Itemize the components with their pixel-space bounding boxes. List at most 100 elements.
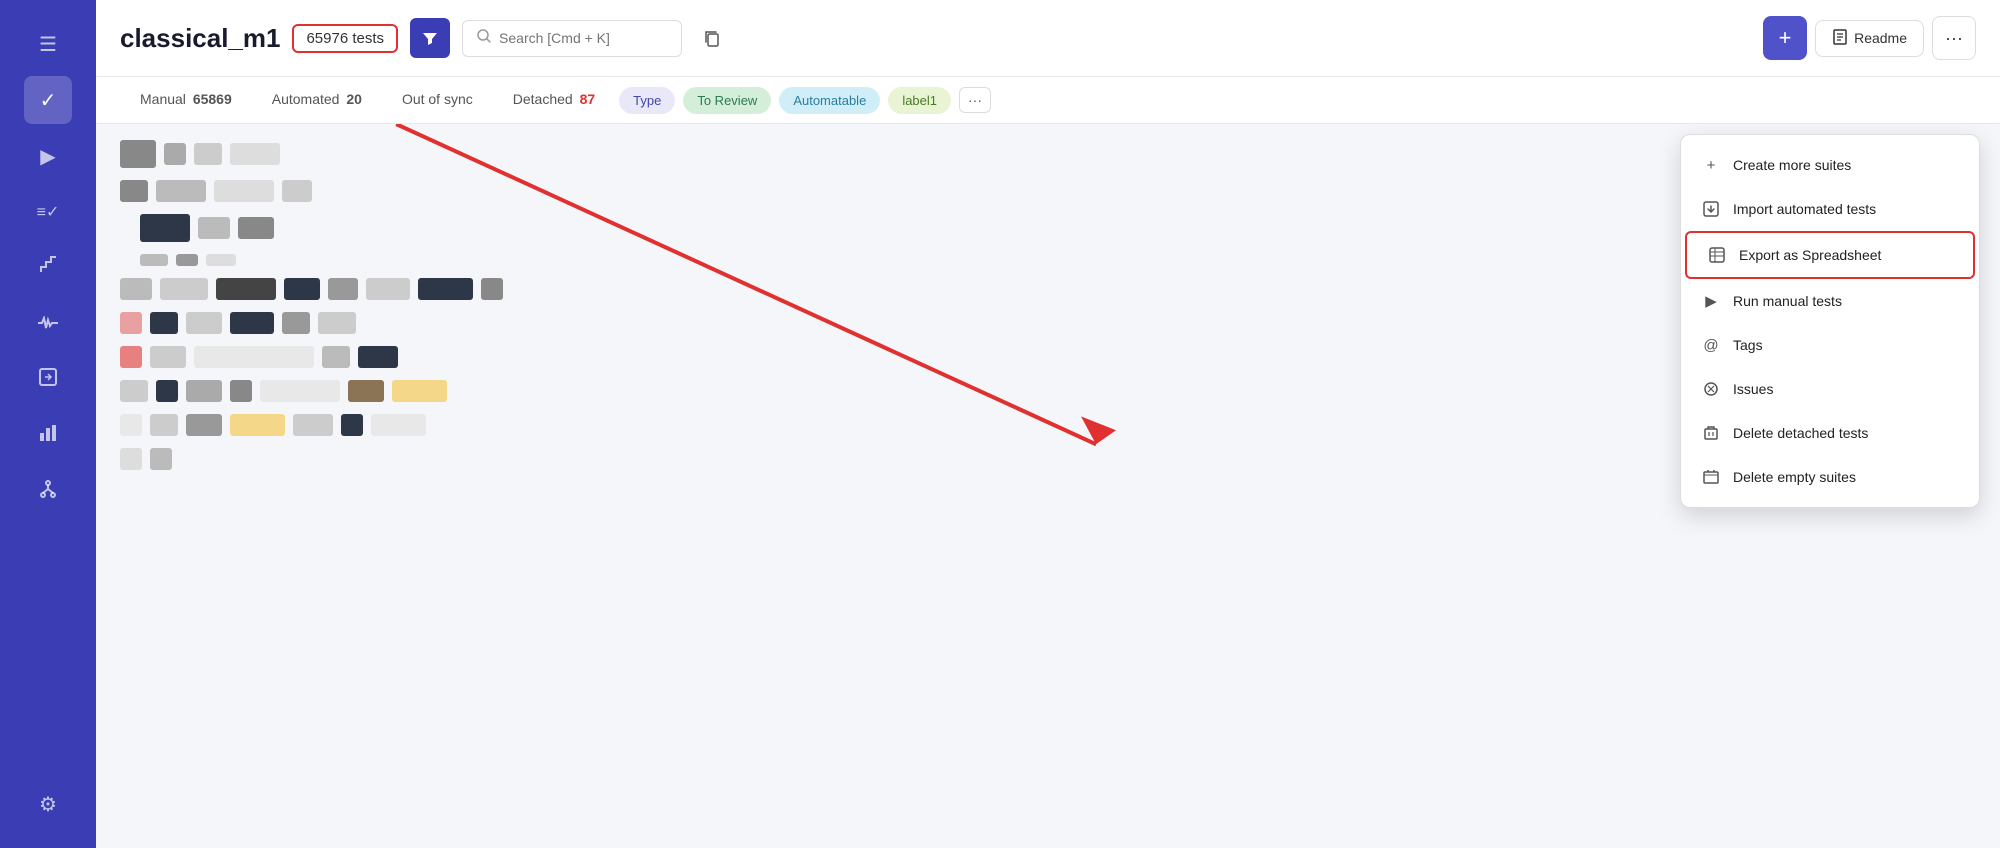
stairs-icon <box>37 254 59 282</box>
delete-empty-icon <box>1701 467 1721 487</box>
content-area: + Create more suites Import automated te… <box>96 124 2000 848</box>
block <box>293 414 333 436</box>
tab-pill-review[interactable]: To Review <box>683 87 771 114</box>
block <box>156 380 178 402</box>
tab-detached[interactable]: Detached 87 <box>493 77 615 123</box>
block <box>150 448 172 470</box>
dropdown-item-issues[interactable]: Issues <box>1681 367 1979 411</box>
block <box>140 214 190 242</box>
tab-out-of-sync-label: Out of sync <box>402 91 473 107</box>
block <box>120 312 142 334</box>
block <box>194 143 222 165</box>
sidebar: ☰ ✓ ▶ ≡✓ <box>0 0 96 848</box>
sidebar-icon-hamburger[interactable]: ☰ <box>24 20 72 68</box>
block <box>418 278 473 300</box>
block <box>282 180 312 202</box>
search-input[interactable] <box>499 30 667 46</box>
search-box <box>462 20 682 57</box>
import-icon <box>1701 199 1721 219</box>
sidebar-icon-export[interactable] <box>24 356 72 404</box>
block <box>120 414 142 436</box>
block <box>214 180 274 202</box>
block <box>120 380 148 402</box>
tab-manual-count: 65869 <box>193 91 232 107</box>
block <box>150 414 178 436</box>
block <box>366 278 410 300</box>
dropdown-item-import[interactable]: Import automated tests <box>1681 187 1979 231</box>
more-button[interactable]: ··· <box>1932 16 1976 60</box>
block <box>150 346 186 368</box>
activity-icon <box>37 313 59 336</box>
dropdown-item-tags-label: Tags <box>1733 337 1763 353</box>
block <box>481 278 503 300</box>
sidebar-icon-stairs[interactable] <box>24 244 72 292</box>
spreadsheet-icon <box>1707 245 1727 265</box>
block <box>164 143 186 165</box>
tags-icon: @ <box>1701 335 1721 355</box>
delete-detached-icon <box>1701 423 1721 443</box>
block <box>216 278 276 300</box>
tab-automated-label: Automated <box>272 91 340 107</box>
readme-icon <box>1832 29 1848 48</box>
dropdown-item-export[interactable]: Export as Spreadsheet <box>1685 231 1975 279</box>
dropdown-item-delete-detached-label: Delete detached tests <box>1733 425 1868 441</box>
block <box>230 380 252 402</box>
dropdown-item-create-suites-label: Create more suites <box>1733 157 1851 173</box>
dropdown-item-delete-empty-label: Delete empty suites <box>1733 469 1856 485</box>
block <box>120 140 156 168</box>
dropdown-item-issues-label: Issues <box>1733 381 1773 397</box>
plus-icon: + <box>1701 155 1721 175</box>
block <box>150 312 178 334</box>
block <box>238 217 274 239</box>
block <box>230 414 285 436</box>
tab-pill-label1[interactable]: label1 <box>888 87 951 114</box>
block <box>176 254 198 266</box>
dropdown-menu: + Create more suites Import automated te… <box>1680 134 1980 508</box>
sidebar-icon-settings[interactable]: ⚙ <box>24 780 72 828</box>
tab-detached-count: 87 <box>580 91 596 107</box>
block <box>328 278 358 300</box>
tab-pill-automatable[interactable]: Automatable <box>779 87 880 114</box>
sidebar-icon-fork[interactable] <box>24 468 72 516</box>
dropdown-item-run-tests[interactable]: ▶ Run manual tests <box>1681 279 1979 323</box>
block <box>156 180 206 202</box>
dropdown-item-delete-empty[interactable]: Delete empty suites <box>1681 455 1979 499</box>
dropdown-item-delete-detached[interactable]: Delete detached tests <box>1681 411 1979 455</box>
dropdown-item-export-label: Export as Spreadsheet <box>1739 247 1881 263</box>
sidebar-icon-activity[interactable] <box>24 300 72 348</box>
dropdown-item-create-suites[interactable]: + Create more suites <box>1681 143 1979 187</box>
dropdown-item-run-label: Run manual tests <box>1733 293 1842 309</box>
block <box>186 312 222 334</box>
sidebar-icon-play[interactable]: ▶ <box>24 132 72 180</box>
filter-button[interactable] <box>410 18 450 58</box>
tabs-more-button[interactable]: ··· <box>959 87 991 113</box>
block <box>160 278 208 300</box>
issues-icon <box>1701 379 1721 399</box>
block <box>120 448 142 470</box>
tab-out-of-sync[interactable]: Out of sync <box>382 77 493 123</box>
chart-icon <box>38 423 58 449</box>
copy-button[interactable] <box>694 20 730 56</box>
sidebar-icon-check[interactable]: ✓ <box>24 76 72 124</box>
header-actions: + Readme ··· <box>1763 16 1976 60</box>
tab-pill-type[interactable]: Type <box>619 87 675 114</box>
tab-manual-label: Manual <box>140 91 186 107</box>
readme-button[interactable]: Readme <box>1815 20 1924 57</box>
add-button[interactable]: + <box>1763 16 1807 60</box>
tab-automated[interactable]: Automated 20 <box>252 77 382 123</box>
block <box>120 180 148 202</box>
tabs-bar: Manual 65869 Automated 20 Out of sync De… <box>96 77 2000 124</box>
block <box>230 312 274 334</box>
block <box>284 278 320 300</box>
block <box>341 414 363 436</box>
sidebar-icon-chart[interactable] <box>24 412 72 460</box>
tab-manual[interactable]: Manual 65869 <box>120 77 252 123</box>
tab-detached-label: Detached <box>513 91 573 107</box>
block <box>194 346 314 368</box>
tab-automated-count: 20 <box>346 91 362 107</box>
block <box>260 380 340 402</box>
sidebar-icon-listcheck[interactable]: ≡✓ <box>24 188 72 236</box>
dropdown-item-tags[interactable]: @ Tags <box>1681 323 1979 367</box>
block <box>120 346 142 368</box>
project-title: classical_m1 <box>120 23 280 54</box>
